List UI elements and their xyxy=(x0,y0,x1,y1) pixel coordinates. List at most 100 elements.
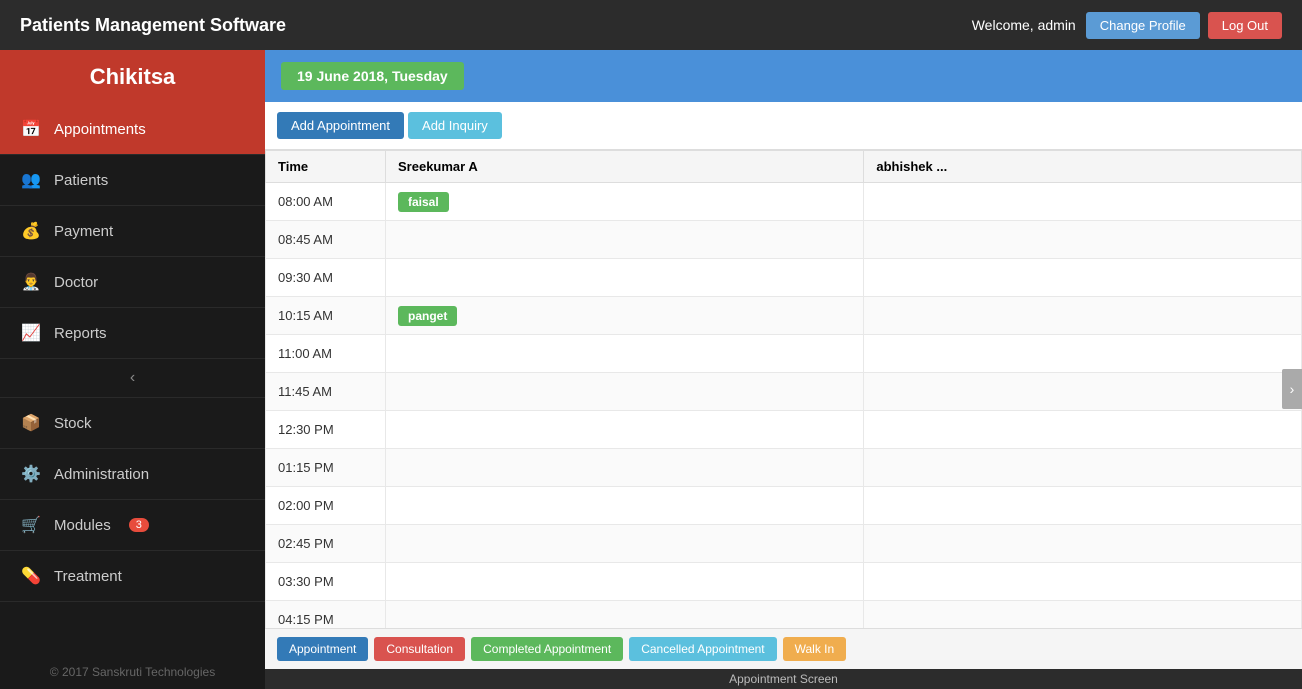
abhishek-cell[interactable] xyxy=(864,221,1302,259)
sidebar-item-treatment[interactable]: 💊 Treatment xyxy=(0,551,265,602)
sidebar-item-reports[interactable]: 📈 Reports xyxy=(0,308,265,359)
legend-walkin[interactable]: Walk In xyxy=(783,637,847,661)
time-cell: 01:15 PM xyxy=(266,449,386,487)
table-row[interactable]: 03:30 PM xyxy=(266,563,1302,601)
table-row[interactable]: 08:45 AM xyxy=(266,221,1302,259)
sreekumar-cell[interactable] xyxy=(386,525,864,563)
sidebar-label-administration: Administration xyxy=(54,466,149,483)
sreekumar-cell[interactable] xyxy=(386,449,864,487)
logout-button[interactable]: Log Out xyxy=(1208,12,1282,39)
table-row[interactable]: 12:30 PM xyxy=(266,411,1302,449)
sreekumar-cell[interactable] xyxy=(386,601,864,629)
abhishek-cell[interactable] xyxy=(864,487,1302,525)
abhishek-cell[interactable] xyxy=(864,411,1302,449)
sreekumar-cell[interactable]: panget xyxy=(386,297,864,335)
sidebar-label-stock: Stock xyxy=(54,415,92,432)
sreekumar-cell[interactable] xyxy=(386,335,864,373)
table-row[interactable]: 02:00 PM xyxy=(266,487,1302,525)
sreekumar-cell[interactable] xyxy=(386,373,864,411)
sidebar-label-doctor: Doctor xyxy=(54,274,98,291)
time-cell: 08:00 AM xyxy=(266,183,386,221)
legend-bar: Appointment Consultation Completed Appoi… xyxy=(265,628,1302,669)
table-row[interactable]: 01:15 PM xyxy=(266,449,1302,487)
sreekumar-cell[interactable] xyxy=(386,563,864,601)
sidebar-label-patients: Patients xyxy=(54,172,108,189)
sidebar-item-administration[interactable]: ⚙️ Administration xyxy=(0,449,265,500)
calendar-header: 19 June 2018, Tuesday xyxy=(265,50,1302,102)
sreekumar-cell[interactable] xyxy=(386,221,864,259)
col-sreekumar: Sreekumar A xyxy=(386,151,864,183)
appointment-badge[interactable]: faisal xyxy=(398,192,449,212)
sidebar: Chikitsa 📅 Appointments 👥 Patients 💰 Pay… xyxy=(0,50,265,689)
layout: Chikitsa 📅 Appointments 👥 Patients 💰 Pay… xyxy=(0,50,1302,689)
abhishek-cell[interactable] xyxy=(864,259,1302,297)
screen-label: Appointment Screen xyxy=(265,669,1302,689)
sidebar-label-treatment: Treatment xyxy=(54,568,122,585)
patients-icon: 👥 xyxy=(20,169,42,191)
calendar-scroll-area[interactable]: Time Sreekumar A abhishek ... 08:00 AM fa… xyxy=(265,150,1302,628)
app-title: Patients Management Software xyxy=(20,15,972,36)
legend-cancelled-appointment[interactable]: Cancelled Appointment xyxy=(629,637,776,661)
table-row[interactable]: 08:00 AM faisal xyxy=(266,183,1302,221)
doctor-icon: 👨‍⚕️ xyxy=(20,271,42,293)
appointment-badge[interactable]: panget xyxy=(398,306,457,326)
add-appointment-button[interactable]: Add Appointment xyxy=(277,112,404,139)
sidebar-item-payment[interactable]: 💰 Payment xyxy=(0,206,265,257)
calendar-toolbar: Add Appointment Add Inquiry xyxy=(265,102,1302,150)
sidebar-brand: Chikitsa xyxy=(0,50,265,104)
time-cell: 08:45 AM xyxy=(266,221,386,259)
modules-icon: 🛒 xyxy=(20,514,42,536)
sidebar-label-reports: Reports xyxy=(54,325,107,342)
appointments-table: Time Sreekumar A abhishek ... 08:00 AM fa… xyxy=(265,150,1302,628)
add-inquiry-button[interactable]: Add Inquiry xyxy=(408,112,502,139)
legend-consultation[interactable]: Consultation xyxy=(374,637,465,661)
table-row[interactable]: 02:45 PM xyxy=(266,525,1302,563)
sreekumar-cell[interactable] xyxy=(386,259,864,297)
abhishek-cell[interactable] xyxy=(864,563,1302,601)
welcome-text: Welcome, admin xyxy=(972,17,1076,33)
chevron-left-icon: ‹ xyxy=(130,369,135,387)
sidebar-collapse-button[interactable]: ‹ xyxy=(0,359,265,398)
table-row[interactable]: 09:30 AM xyxy=(266,259,1302,297)
sidebar-item-appointments[interactable]: 📅 Appointments xyxy=(0,104,265,155)
sidebar-label-payment: Payment xyxy=(54,223,113,240)
abhishek-cell[interactable] xyxy=(864,373,1302,411)
administration-icon: ⚙️ xyxy=(20,463,42,485)
table-row[interactable]: 11:00 AM xyxy=(266,335,1302,373)
sreekumar-cell[interactable] xyxy=(386,487,864,525)
time-cell: 09:30 AM xyxy=(266,259,386,297)
sidebar-item-stock[interactable]: 📦 Stock xyxy=(0,398,265,449)
modules-badge: 3 xyxy=(129,518,149,532)
abhishek-cell[interactable] xyxy=(864,183,1302,221)
legend-appointment[interactable]: Appointment xyxy=(277,637,368,661)
abhishek-cell[interactable] xyxy=(864,335,1302,373)
main-content: 19 June 2018, Tuesday Add Appointment Ad… xyxy=(265,50,1302,689)
change-profile-button[interactable]: Change Profile xyxy=(1086,12,1200,39)
sreekumar-cell[interactable] xyxy=(386,411,864,449)
sreekumar-cell[interactable]: faisal xyxy=(386,183,864,221)
abhishek-cell[interactable] xyxy=(864,297,1302,335)
sidebar-label-modules: Modules xyxy=(54,517,111,534)
time-cell: 12:30 PM xyxy=(266,411,386,449)
treatment-icon: 💊 xyxy=(20,565,42,587)
time-cell: 04:15 PM xyxy=(266,601,386,629)
sidebar-footer: © 2017 Sanskruti Technologies xyxy=(0,655,265,689)
scroll-right-button[interactable]: › xyxy=(1282,369,1302,409)
abhishek-cell[interactable] xyxy=(864,449,1302,487)
abhishek-cell[interactable] xyxy=(864,601,1302,629)
appointments-icon: 📅 xyxy=(20,118,42,140)
abhishek-cell[interactable] xyxy=(864,525,1302,563)
sidebar-label-appointments: Appointments xyxy=(54,121,146,138)
table-row[interactable]: 11:45 AM xyxy=(266,373,1302,411)
table-row[interactable]: 10:15 AMpanget xyxy=(266,297,1302,335)
time-cell: 03:30 PM xyxy=(266,563,386,601)
reports-icon: 📈 xyxy=(20,322,42,344)
col-abhishek: abhishek ... xyxy=(864,151,1302,183)
calendar-body: Add Appointment Add Inquiry Time Sreekum… xyxy=(265,102,1302,669)
legend-completed-appointment[interactable]: Completed Appointment xyxy=(471,637,623,661)
col-time: Time xyxy=(266,151,386,183)
sidebar-item-patients[interactable]: 👥 Patients xyxy=(0,155,265,206)
sidebar-item-modules[interactable]: 🛒 Modules 3 xyxy=(0,500,265,551)
table-row[interactable]: 04:15 PM xyxy=(266,601,1302,629)
sidebar-item-doctor[interactable]: 👨‍⚕️ Doctor xyxy=(0,257,265,308)
